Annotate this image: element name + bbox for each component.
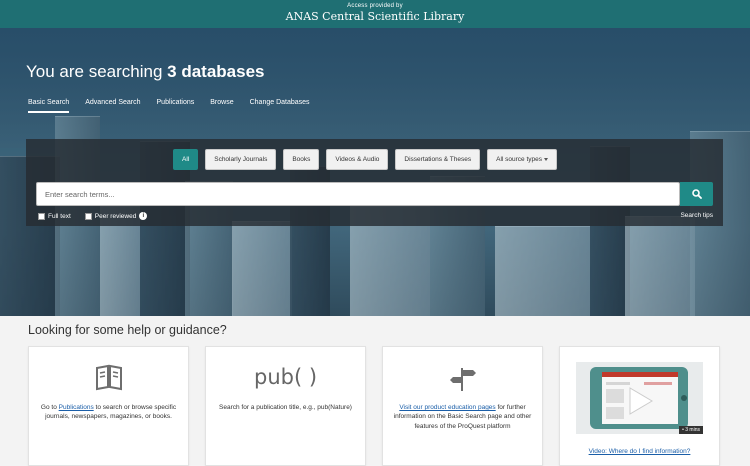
source-type-filters: All Scholarly Journals Books Videos & Au… <box>173 149 558 170</box>
full-text-checkbox[interactable] <box>38 212 45 220</box>
search-options: Full text Peer reviewed i <box>38 212 148 220</box>
video-duration: • 3 mins <box>679 426 703 434</box>
caret-down-icon <box>544 158 549 161</box>
headline-prefix: You are searching <box>26 62 163 81</box>
database-count: 3 databases <box>167 62 265 81</box>
access-banner: Access provided by ANAS Central Scientif… <box>0 0 750 28</box>
sky <box>0 28 750 148</box>
filter-books[interactable]: Books <box>283 149 320 170</box>
publications-link[interactable]: Publications <box>59 404 94 411</box>
pub-search-text: Search for a publication title, e.g., pu… <box>219 404 352 411</box>
search-panel: All Scholarly Journals Books Videos & Au… <box>26 139 723 226</box>
search-mode-nav: Basic Search Advanced Search Publication… <box>28 99 310 113</box>
tab-browse[interactable]: Browse <box>210 99 233 113</box>
peer-reviewed-option[interactable]: Peer reviewed i <box>84 212 148 220</box>
tablet-play-icon <box>590 367 688 429</box>
peer-reviewed-label: Peer reviewed <box>94 212 137 220</box>
source-types-dropdown[interactable]: All source types <box>487 149 558 170</box>
pub-function-icon: pub( ) <box>253 365 318 389</box>
skyline-building <box>495 226 590 316</box>
tab-advanced-search[interactable]: Advanced Search <box>85 99 140 113</box>
publications-card-text: Go to Publications to search or browse s… <box>37 403 180 422</box>
skyline-building <box>232 221 292 316</box>
library-name: ANAS Central Scientific Library <box>285 10 465 23</box>
full-text-label: Full text <box>48 212 71 220</box>
help-card-video: • 3 mins Video: Where do I find informat… <box>559 346 720 466</box>
video-link[interactable]: Video: Where do I find information? <box>589 448 691 455</box>
search-icon <box>691 189 702 199</box>
filter-videos-audio[interactable]: Videos & Audio <box>326 149 389 170</box>
skyline-building <box>625 216 695 316</box>
product-education-link[interactable]: Visit our product education pages <box>399 404 495 411</box>
video-thumbnail[interactable]: • 3 mins <box>576 362 703 434</box>
help-card-pub-search: pub( ) Search for a publication title, e… <box>205 346 366 466</box>
filter-all[interactable]: All <box>173 149 199 170</box>
filter-dissertations-theses[interactable]: Dissertations & Theses <box>395 149 481 170</box>
video-link-wrap: Video: Where do I find information? <box>560 448 719 455</box>
search-input[interactable] <box>36 182 680 206</box>
help-card-education: Visit our product education pages for fu… <box>382 346 543 466</box>
filter-scholarly-journals[interactable]: Scholarly Journals <box>205 149 277 170</box>
card-text-before: Go to <box>40 404 59 411</box>
hero-background: You are searching 3 databases Basic Sear… <box>0 28 750 316</box>
help-section-title: Looking for some help or guidance? <box>28 323 227 337</box>
book-icon <box>96 364 122 391</box>
search-tips-link[interactable]: Search tips <box>680 212 713 219</box>
access-text: Access provided by <box>347 3 403 9</box>
search-button[interactable] <box>680 182 713 206</box>
help-card-publications: Go to Publications to search or browse s… <box>28 346 189 466</box>
info-icon[interactable]: i <box>139 212 148 220</box>
page-title: You are searching 3 databases <box>26 62 265 82</box>
peer-reviewed-checkbox[interactable] <box>84 212 92 220</box>
dropdown-label: All source types <box>496 156 543 163</box>
signpost-icon <box>450 368 476 391</box>
education-card-text: Visit our product education pages for fu… <box>391 403 534 431</box>
tab-publications[interactable]: Publications <box>157 99 195 113</box>
full-text-option[interactable]: Full text <box>38 212 71 220</box>
tab-basic-search[interactable]: Basic Search <box>28 99 70 113</box>
tab-change-databases[interactable]: Change Databases <box>250 99 310 113</box>
